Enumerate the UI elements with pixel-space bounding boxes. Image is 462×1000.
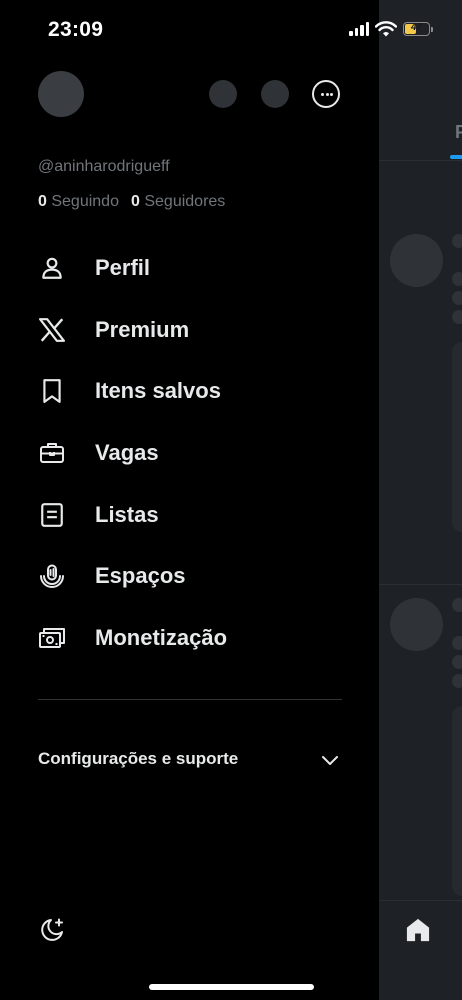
screen: P @aninharodrigueff 0 Seguindo 0 Seguido…	[0, 0, 462, 1000]
avatar[interactable]	[38, 71, 84, 117]
menu-item-label: Monetização	[95, 624, 228, 650]
followers-label: Seguidores	[144, 193, 226, 210]
post-text-placeholder	[452, 598, 462, 612]
other-account-avatar[interactable]	[261, 80, 289, 108]
post-text-placeholder	[452, 310, 462, 324]
menu-item-label: Premium	[95, 316, 190, 342]
menu-item-label: Espaços	[95, 563, 186, 589]
menu-item-label: Itens salvos	[95, 378, 221, 404]
post-media-placeholder	[452, 706, 462, 896]
bottom-tab-bar	[379, 900, 462, 1000]
battery-icon: 47	[403, 22, 433, 36]
post-text-placeholder	[452, 674, 462, 688]
following-label: Seguindo	[51, 193, 119, 210]
following-count: 0	[38, 193, 47, 210]
post-text-placeholder	[452, 655, 462, 669]
navigation-drawer: @aninharodrigueff 0 Seguindo 0 Seguidores…	[0, 0, 379, 1000]
settings-and-support-toggle[interactable]: Configurações e suporte	[38, 738, 342, 780]
timeline-divider	[379, 584, 462, 585]
follow-stats: 0 Seguindo 0 Seguidores	[38, 193, 225, 211]
status-icons: 47	[349, 21, 433, 37]
person-icon	[38, 254, 66, 282]
money-icon	[38, 624, 66, 652]
bookmark-icon	[38, 377, 66, 405]
post-media-placeholder	[452, 342, 462, 532]
background-timeline[interactable]: P	[379, 0, 462, 1000]
menu-item-perfil[interactable]: Perfil	[0, 237, 379, 299]
settings-and-support-label: Configurações e suporte	[38, 749, 239, 768]
drawer-menu: Perfil Premium Itens salvos Vagas Listas…	[0, 237, 379, 669]
post-text-placeholder	[452, 234, 462, 248]
post-text-placeholder	[452, 636, 462, 650]
followers-link[interactable]: 0 Seguidores	[131, 193, 225, 210]
account-header	[38, 71, 342, 117]
menu-item-espacos[interactable]: Espaços	[0, 545, 379, 607]
chevron-down-icon	[322, 756, 338, 765]
timeline-divider	[379, 160, 462, 161]
menu-item-label: Listas	[95, 501, 159, 527]
more-options-button[interactable]	[312, 80, 340, 108]
wifi-icon	[375, 21, 397, 37]
post-text-placeholder	[452, 291, 462, 305]
status-bar: 23:09 47	[0, 0, 462, 60]
menu-item-vagas[interactable]: Vagas	[0, 422, 379, 484]
post-avatar-placeholder	[390, 234, 443, 287]
list-icon	[38, 501, 66, 529]
menu-item-label: Perfil	[95, 254, 151, 280]
menu-item-premium[interactable]: Premium	[0, 299, 379, 361]
status-time: 23:09	[48, 18, 104, 41]
battery-percentage: 47	[410, 22, 423, 33]
timeline-tab-label[interactable]: P	[455, 122, 462, 143]
x-logo-icon	[38, 316, 66, 344]
divider	[38, 699, 342, 700]
followers-count: 0	[130, 193, 140, 210]
menu-item-monetizacao[interactable]: Monetização	[0, 607, 379, 669]
following-link[interactable]: 0 Seguindo	[38, 193, 119, 210]
post-avatar-placeholder	[390, 598, 443, 651]
menu-item-listas[interactable]: Listas	[0, 484, 379, 546]
menu-item-label: Vagas	[95, 439, 159, 465]
briefcase-icon	[38, 439, 66, 467]
cellular-signal-icon	[349, 22, 369, 36]
post-text-placeholder	[452, 272, 462, 286]
spaces-microphone-icon	[38, 562, 66, 590]
moon-icon[interactable]	[38, 916, 66, 944]
other-account-avatar[interactable]	[209, 80, 237, 108]
timeline-tab-indicator	[450, 155, 462, 159]
username-handle[interactable]: @aninharodrigueff	[38, 158, 170, 176]
menu-item-itens-salvos[interactable]: Itens salvos	[0, 360, 379, 422]
home-icon[interactable]	[404, 916, 432, 944]
home-indicator[interactable]	[149, 984, 314, 990]
